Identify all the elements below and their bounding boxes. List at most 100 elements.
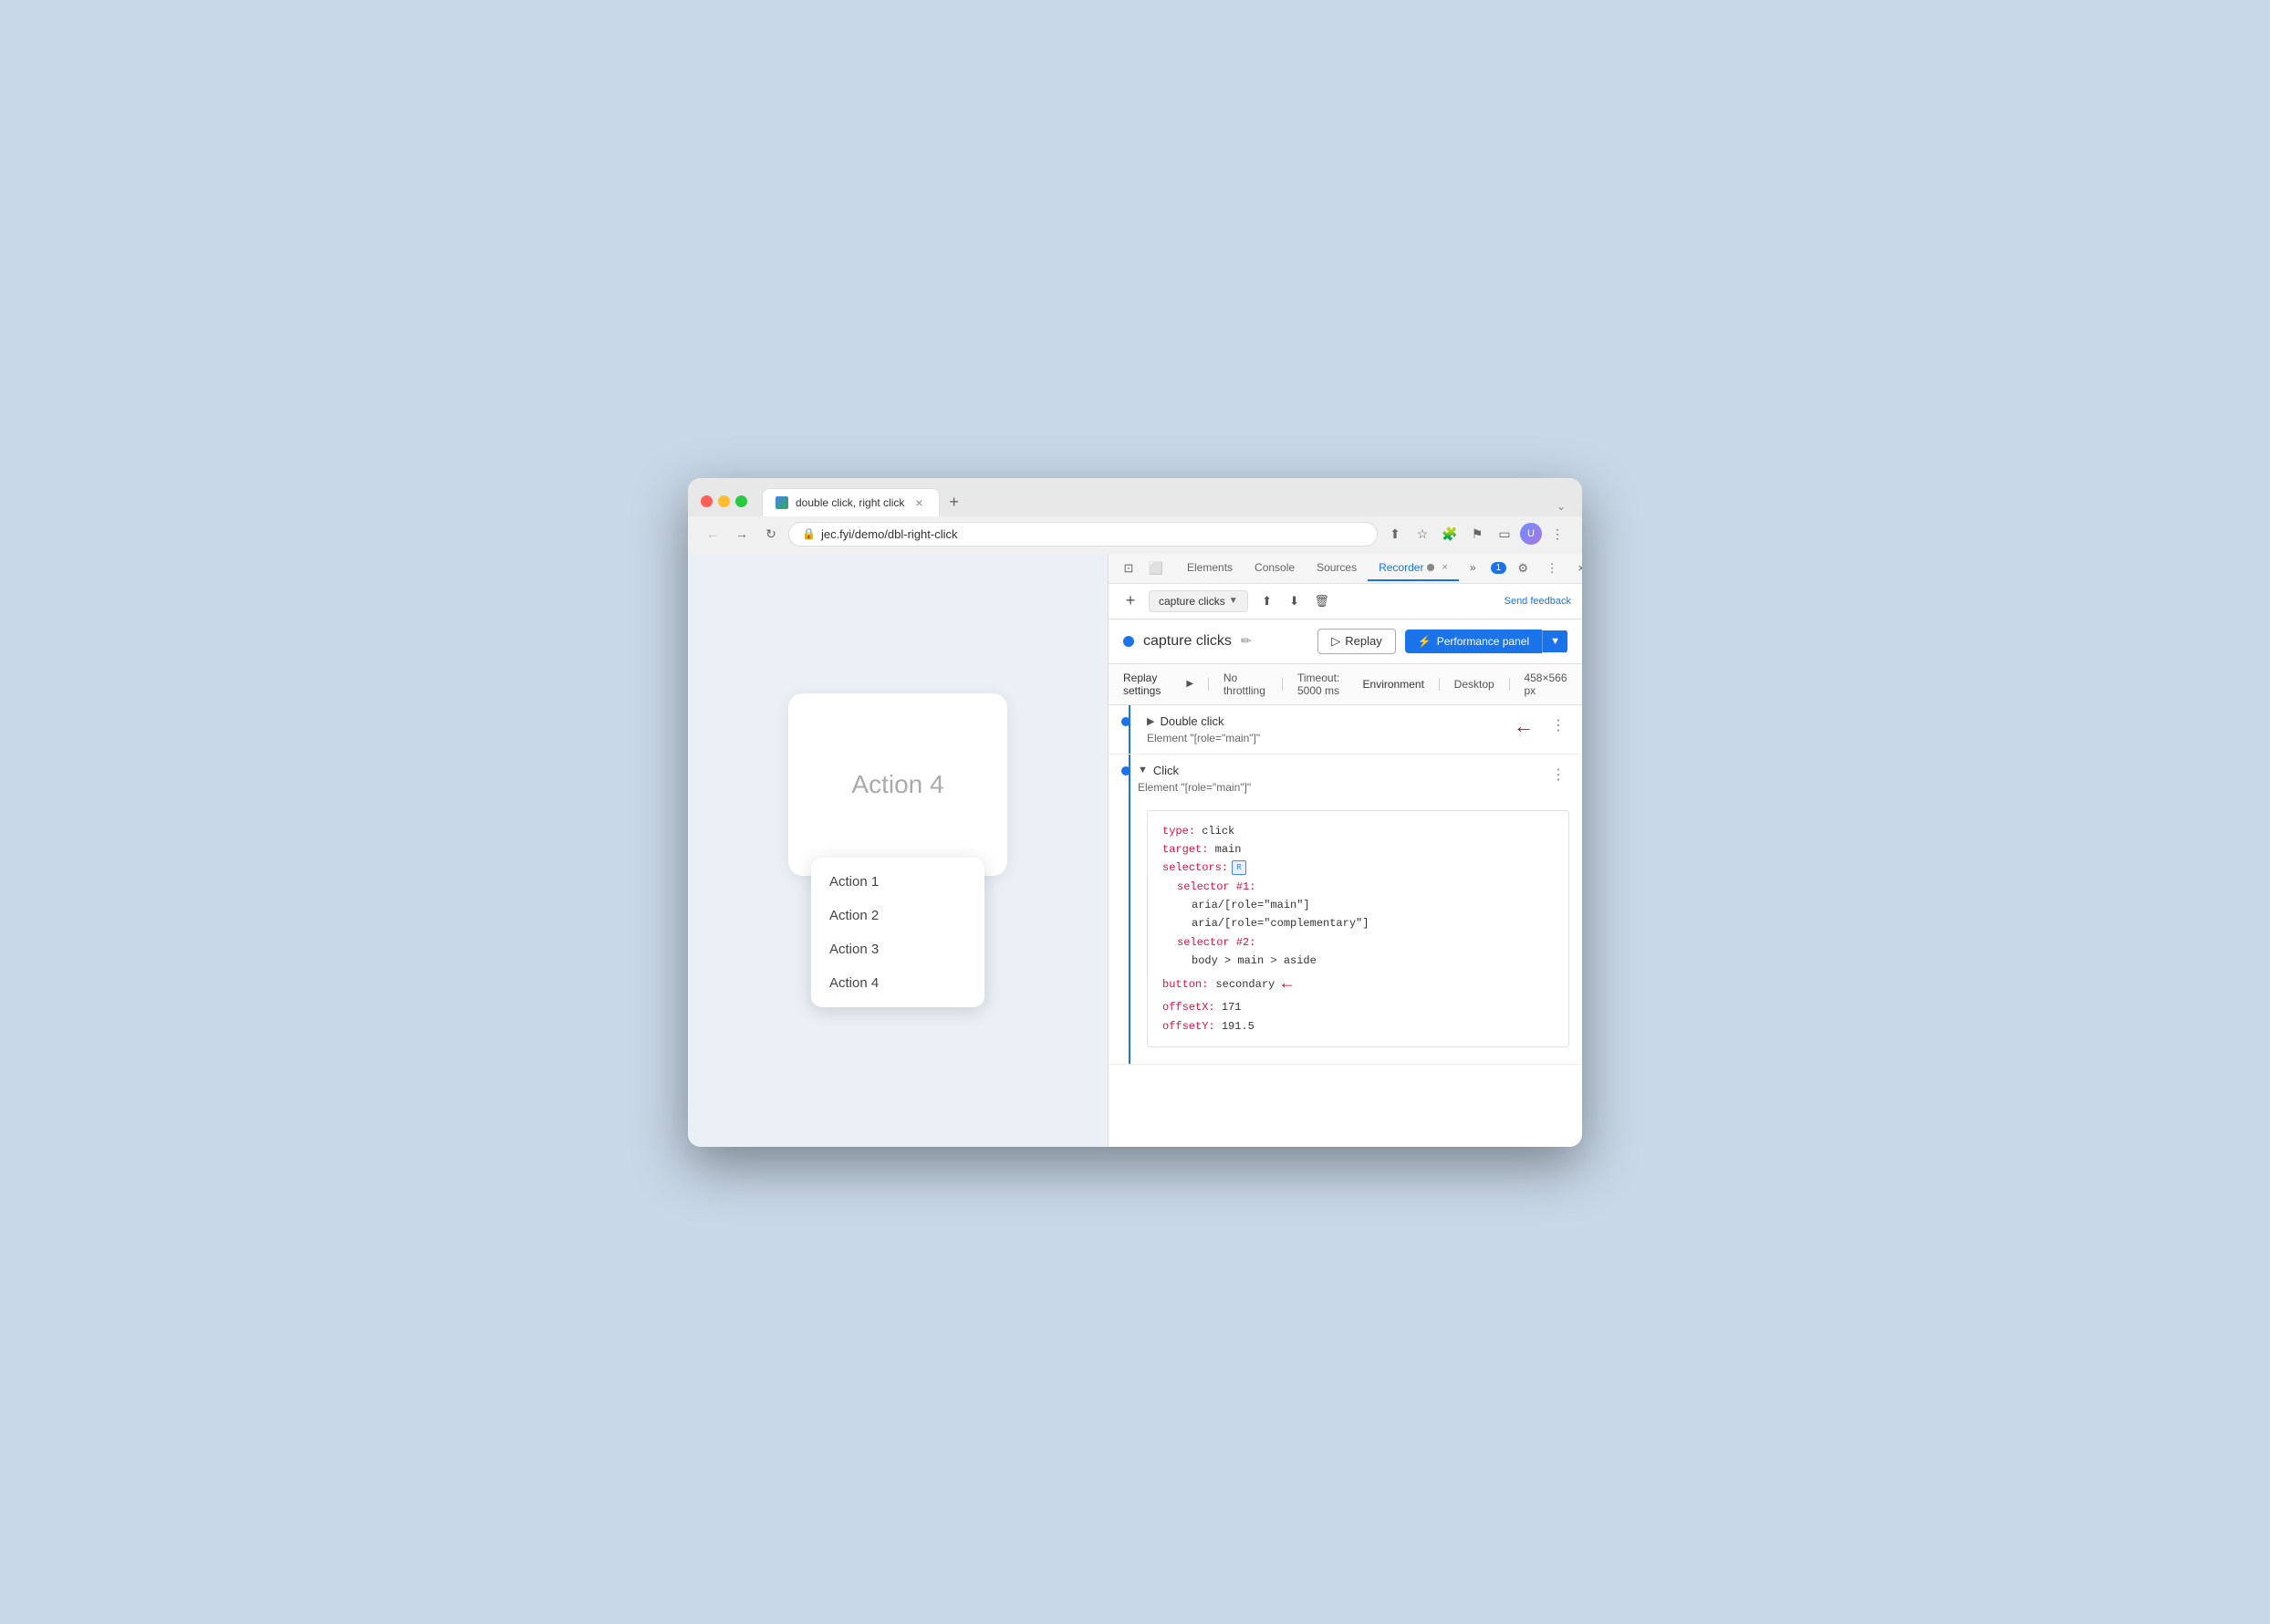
step-menu-icon2[interactable]: ⋮ xyxy=(1547,764,1569,786)
add-recording-button[interactable]: + xyxy=(1119,590,1141,612)
avatar[interactable]: U xyxy=(1520,523,1542,545)
settings-left: Replay settings ▶ No throttling Timeout:… xyxy=(1123,671,1363,697)
perf-label: Performance panel xyxy=(1437,635,1529,648)
step-menu-icon[interactable]: ⋮ xyxy=(1547,714,1569,736)
back-button[interactable]: ← xyxy=(701,522,724,546)
tab-expand-button[interactable]: ⌄ xyxy=(1553,496,1569,516)
code-aria1: aria/[role="main"] xyxy=(1192,899,1310,911)
browser-window: double click, right click × + ⌄ ← → ↻ 🔒 … xyxy=(688,478,1582,1147)
toolbar-icons: ⬆ ☆ 🧩 ⚑ ▭ U ⋮ xyxy=(1383,522,1569,546)
address-bar: ← → ↻ 🔒 jec.fyi/demo/dbl-right-click ⬆ ☆… xyxy=(688,516,1582,554)
code-target-key: target: xyxy=(1162,843,1208,856)
step-subtitle2: Element "[role="main"]" xyxy=(1138,781,1547,794)
replay-label: Replay xyxy=(1345,634,1381,648)
new-tab-button[interactable]: + xyxy=(940,487,968,516)
forward-button[interactable]: → xyxy=(730,522,754,546)
replay-settings-arrow: ▶ xyxy=(1186,679,1193,689)
code-selector2-key: selector #2: xyxy=(1177,936,1255,949)
recording-indicator-dot xyxy=(1123,636,1134,647)
code-body-path: body > main > aside xyxy=(1192,954,1317,967)
context-menu-item-action4[interactable]: Action 4 xyxy=(811,966,984,1000)
tab-title: double click, right click xyxy=(796,496,904,509)
minimize-button[interactable] xyxy=(718,495,730,507)
edit-recording-name-icon[interactable]: ✏ xyxy=(1241,633,1252,649)
performance-panel-dropdown-button[interactable]: ▼ xyxy=(1542,630,1567,652)
step-title2: Click xyxy=(1153,764,1179,777)
recorder-active-dot xyxy=(1427,564,1434,571)
settings-right: Environment Desktop 458×566 px xyxy=(1363,671,1567,697)
send-feedback-link[interactable]: Send feedback xyxy=(1505,596,1571,607)
tab-console[interactable]: Console xyxy=(1244,556,1306,581)
recorder-toolbar: + capture clicks ▼ ⬆ ⬇ 🗑 Send feedback xyxy=(1109,584,1582,619)
tab-elements[interactable]: Elements xyxy=(1176,556,1244,581)
step-subtitle: Element "[role="main"]" xyxy=(1147,732,1500,744)
bookmark-icon[interactable]: ☆ xyxy=(1411,522,1434,546)
maximize-button[interactable] xyxy=(735,495,747,507)
tab-close-button[interactable]: × xyxy=(911,495,926,510)
recording-name: capture clicks xyxy=(1159,595,1225,608)
devtools-close-icon[interactable]: × xyxy=(1568,554,1582,583)
step-header: ▶ Double click xyxy=(1147,714,1500,728)
step-content: ▶ Double click Element "[role="main"]" xyxy=(1140,714,1500,744)
context-menu-item-action1[interactable]: Action 1 xyxy=(811,865,984,899)
code-selector1-key: selector #1: xyxy=(1177,880,1255,893)
code-block: type: click target: main selectors: R se… xyxy=(1147,810,1569,1048)
step-expand-icon[interactable]: ▶ xyxy=(1147,715,1154,727)
recorder-tab-close[interactable]: × xyxy=(1442,562,1447,573)
settings-divider3 xyxy=(1439,678,1440,691)
step-dot-col2 xyxy=(1121,764,1130,776)
context-menu-item-action3[interactable]: Action 3 xyxy=(811,932,984,966)
refresh-button[interactable]: ↻ xyxy=(759,522,783,546)
more-options-icon[interactable]: ⋮ xyxy=(1546,522,1569,546)
performance-panel-main-button[interactable]: ⚡ Performance panel xyxy=(1405,630,1542,653)
recording-select[interactable]: capture clicks ▼ xyxy=(1149,590,1248,612)
devtools-settings-icon[interactable]: ⚙ xyxy=(1510,554,1536,583)
active-tab[interactable]: double click, right click × xyxy=(762,488,940,516)
code-offsetx-key: offsetX: xyxy=(1162,1001,1215,1014)
element-picker-icon[interactable]: ⊡ xyxy=(1116,554,1141,583)
code-selectors-key: selectors: xyxy=(1162,859,1228,877)
tab-more[interactable]: » xyxy=(1459,556,1487,581)
device-toolbar-icon[interactable]: ⬜ xyxy=(1143,554,1169,583)
devtools-more-icon[interactable]: ⋮ xyxy=(1539,554,1565,583)
import-icon[interactable]: ⬇ xyxy=(1283,589,1307,613)
step-row-click: ▼ Click Element "[role="main"]" ⋮ type: … xyxy=(1109,755,1582,1066)
url-text: jec.fyi/demo/dbl-right-click xyxy=(821,527,1364,541)
settings-divider2 xyxy=(1282,678,1283,691)
perf-icon: ⚡ xyxy=(1418,635,1432,648)
tab-bar: double click, right click × + ⌄ xyxy=(762,487,1569,516)
performance-panel-button: ⚡ Performance panel ▼ xyxy=(1405,630,1567,653)
replay-button[interactable]: ▷ Replay xyxy=(1317,629,1395,654)
devtools-panel: ⊡ ⬜ Elements Console Sources Recorder × … xyxy=(1108,554,1582,1147)
close-button[interactable] xyxy=(701,495,713,507)
environment-val: Desktop xyxy=(1454,678,1494,691)
share-icon[interactable]: ⬆ xyxy=(1383,522,1407,546)
code-button-val: secondary xyxy=(1215,975,1275,994)
settings-divider xyxy=(1208,678,1209,691)
lock-icon: 🔒 xyxy=(802,527,816,540)
extensions-icon[interactable]: 🧩 xyxy=(1438,522,1462,546)
content-area: Action 4 Action 1 Action 2 Action 3 Acti… xyxy=(688,554,1582,1147)
selector-recorder-icon: R xyxy=(1232,860,1246,875)
step-vertical-line2 xyxy=(1129,755,1130,1065)
step-dot-col xyxy=(1121,714,1130,726)
dimensions-label: 458×566 px xyxy=(1524,671,1567,697)
sidebar-toggle-icon[interactable]: ▭ xyxy=(1493,522,1516,546)
step-arrow: ← xyxy=(1509,714,1538,738)
step-content2: ▼ Click Element "[role="main"]" xyxy=(1130,764,1547,794)
action4-label: Action 4 xyxy=(851,770,943,799)
code-type-val: click xyxy=(1202,825,1234,838)
red-arrow-icon: ← xyxy=(1514,714,1534,738)
delete-icon[interactable]: 🗑 xyxy=(1310,589,1334,613)
tab-sources[interactable]: Sources xyxy=(1306,556,1368,581)
context-menu-item-action2[interactable]: Action 2 xyxy=(811,899,984,932)
page-content: Action 4 Action 1 Action 2 Action 3 Acti… xyxy=(688,554,1108,1147)
context-menu: Action 1 Action 2 Action 3 Action 4 xyxy=(811,858,984,1007)
flag-icon[interactable]: ⚑ xyxy=(1465,522,1489,546)
step-expand-icon2[interactable]: ▼ xyxy=(1138,765,1148,776)
export-icon[interactable]: ⬆ xyxy=(1255,589,1279,613)
devtools-toolbar-icons: ⊡ ⬜ xyxy=(1116,554,1169,583)
tab-recorder[interactable]: Recorder × xyxy=(1368,556,1459,581)
step-vertical-line xyxy=(1129,705,1130,754)
url-bar[interactable]: 🔒 jec.fyi/demo/dbl-right-click xyxy=(788,522,1378,547)
